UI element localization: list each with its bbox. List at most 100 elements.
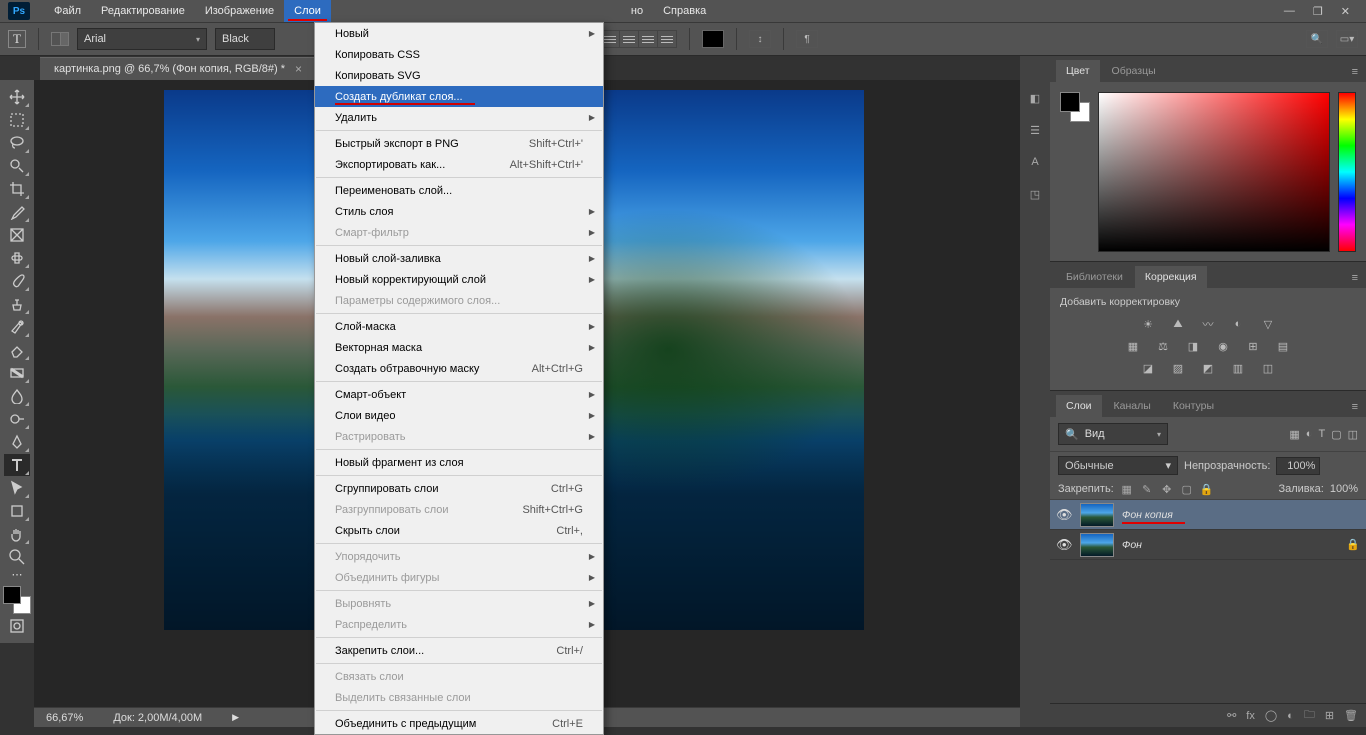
lock-all-icon[interactable]: 🔒 [1200,482,1214,496]
menu-item[interactable]: Новый корректирующий слой [315,269,603,290]
tool-preset-icon[interactable]: T [8,30,26,48]
paragraph-panel-icon[interactable]: ¶ [796,30,818,48]
dodge-tool[interactable] [4,408,30,430]
filter-adj-icon[interactable]: ◐ [1306,428,1313,440]
layer-row[interactable]: 👁Фон🔒 [1050,530,1366,560]
lock-artboard-icon[interactable]: ▢ [1180,482,1194,496]
align-buttons[interactable] [601,30,677,48]
crop-tool[interactable] [4,178,30,200]
dock-properties-icon[interactable]: ☰ [1023,118,1047,142]
menu-edit[interactable]: Редактирование [91,0,195,22]
minimize-icon[interactable]: — [1284,5,1295,18]
zoom-tool[interactable] [4,546,30,568]
menu-item[interactable]: Новый фрагмент из слоя [315,452,603,473]
menu-item[interactable]: Смарт-объект [315,384,603,405]
delete-layer-icon[interactable]: 🗑 [1344,709,1358,722]
hand-tool[interactable] [4,523,30,545]
layer-mask-icon[interactable]: ◯ [1265,709,1277,722]
link-layers-icon[interactable]: ⚯ [1227,709,1236,722]
menu-item[interactable]: Объединить с предыдущимCtrl+E [315,713,603,734]
search-icon[interactable]: 🔍 [1306,30,1328,48]
adj-exposure-icon[interactable]: ◐ [1228,316,1248,332]
maximize-icon[interactable]: ❐ [1313,5,1323,18]
warp-text-icon[interactable]: ↕ [749,30,771,48]
history-brush-tool[interactable] [4,316,30,338]
tab-close-icon[interactable]: × [295,62,302,76]
menu-item[interactable]: Копировать SVG [315,65,603,86]
adj-vibrance-icon[interactable]: ▽ [1258,316,1278,332]
brush-tool[interactable] [4,270,30,292]
filter-text-icon[interactable]: T [1318,428,1325,440]
tab-channels[interactable]: Каналы [1104,395,1161,417]
lock-transparent-icon[interactable]: ▦ [1120,482,1134,496]
tab-paths[interactable]: Контуры [1163,395,1224,417]
orientation-toggle[interactable] [51,32,69,46]
color-swatches[interactable] [3,586,31,614]
layer-row[interactable]: 👁Фон копия [1050,500,1366,530]
menu-image[interactable]: Изображение [195,0,284,22]
filter-smart-icon[interactable]: ◫ [1348,428,1358,441]
new-layer-icon[interactable]: ⊞ [1325,709,1334,722]
blend-mode-select[interactable]: Обычные▾ [1058,456,1178,475]
adj-bw-icon[interactable]: ◨ [1183,338,1203,354]
adj-mixer-icon[interactable]: ⊞ [1243,338,1263,354]
lock-paint-icon[interactable]: ✎ [1140,482,1154,496]
adj-brightness-icon[interactable]: ☀ [1138,316,1158,332]
blur-tool[interactable] [4,385,30,407]
font-family-select[interactable]: Arial▾ [77,28,207,50]
filter-shape-icon[interactable]: ▢ [1331,428,1341,441]
lasso-tool[interactable] [4,132,30,154]
tab-libraries[interactable]: Библиотеки [1056,266,1133,288]
adj-balance-icon[interactable]: ⚖ [1153,338,1173,354]
filter-pixel-icon[interactable]: ▦ [1289,428,1299,441]
eraser-tool[interactable] [4,339,30,361]
doc-size[interactable]: Док: 2,00M/4,00M [113,712,202,724]
text-tool[interactable] [4,454,30,476]
fill-input[interactable]: 100% [1330,483,1358,495]
adj-threshold-icon[interactable]: ◩ [1198,360,1218,376]
menu-item[interactable]: Сгруппировать слоиCtrl+G [315,478,603,499]
path-select-tool[interactable] [4,477,30,499]
panel-menu-icon[interactable]: ≡ [1344,268,1366,288]
adj-curves-icon[interactable]: 〰 [1198,316,1218,332]
menu-layers[interactable]: Слои [284,0,331,22]
color-fg-bg-swatch[interactable] [1060,92,1090,122]
color-field[interactable] [1098,92,1330,252]
menu-item[interactable]: Скрыть слоиCtrl+, [315,520,603,541]
menu-file[interactable]: Файл [44,0,91,22]
dock-nav-icon[interactable]: ◳ [1023,182,1047,206]
adj-photo-icon[interactable]: ◉ [1213,338,1233,354]
panel-menu-icon[interactable]: ≡ [1344,62,1366,82]
group-icon[interactable]: 🗀 [1304,706,1315,725]
adj-hue-icon[interactable]: ▦ [1123,338,1143,354]
marquee-tool[interactable] [4,109,30,131]
pen-tool[interactable] [4,431,30,453]
shape-tool[interactable] [4,500,30,522]
menu-item[interactable]: Слой-маска [315,316,603,337]
menu-item[interactable]: Векторная маска [315,337,603,358]
tab-color[interactable]: Цвет [1056,60,1100,82]
menu-help[interactable]: Справка [653,0,716,22]
menu-item[interactable]: Создать обтравочную маскуAlt+Ctrl+G [315,358,603,379]
dock-history-icon[interactable]: ◧ [1023,86,1047,110]
adj-selective-icon[interactable]: ◫ [1258,360,1278,376]
layer-fx-icon[interactable]: fx [1246,710,1255,722]
menu-item[interactable]: Копировать CSS [315,44,603,65]
adj-lookup-icon[interactable]: ▤ [1273,338,1293,354]
gradient-tool[interactable] [4,362,30,384]
clone-tool[interactable] [4,293,30,315]
healing-tool[interactable] [4,247,30,269]
visibility-icon[interactable]: 👁 [1056,507,1072,523]
menu-item[interactable]: Закрепить слои...Ctrl+/ [315,640,603,661]
menu-item[interactable]: Стиль слоя [315,201,603,222]
menu-item[interactable]: Новый слой-заливка [315,248,603,269]
frame-tool[interactable] [4,224,30,246]
opacity-input[interactable]: 100% [1276,457,1320,475]
lock-position-icon[interactable]: ✥ [1160,482,1174,496]
visibility-icon[interactable]: 👁 [1056,537,1072,553]
menu-item[interactable]: Слои видео [315,405,603,426]
quick-select-tool[interactable] [4,155,30,177]
adjustment-layer-icon[interactable]: ◐ [1287,710,1294,722]
tab-layers[interactable]: Слои [1056,395,1102,417]
menu-item[interactable]: Быстрый экспорт в PNGShift+Ctrl+' [315,133,603,154]
